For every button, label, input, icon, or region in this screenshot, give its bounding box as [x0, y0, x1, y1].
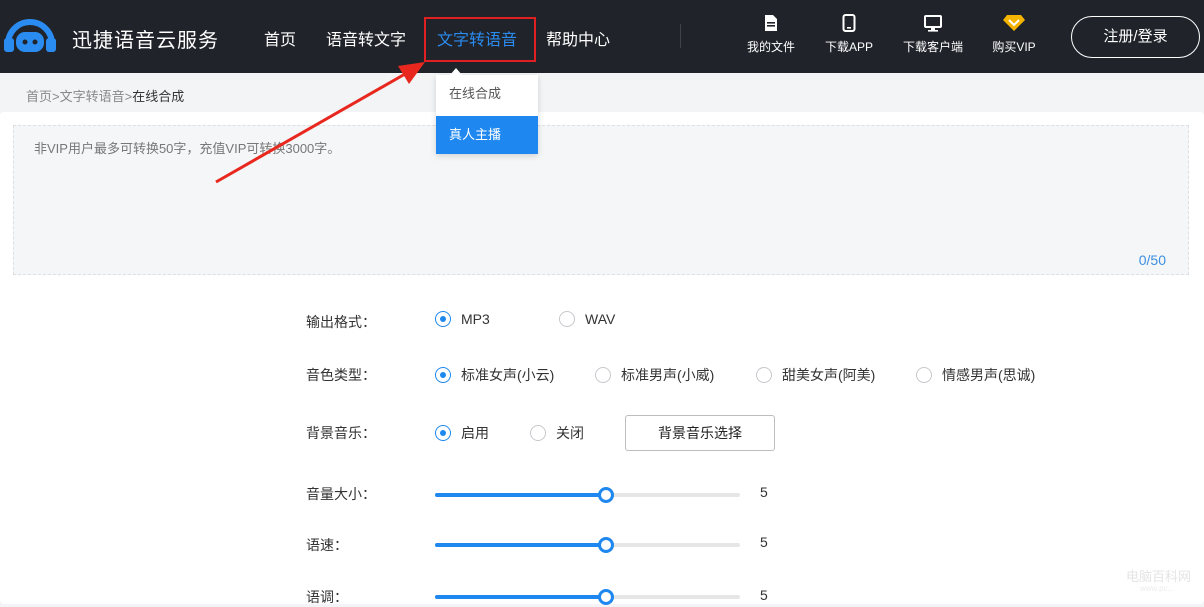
- format-label: 输出格式：: [306, 314, 376, 330]
- register-login-button[interactable]: 注册/登录: [1071, 16, 1200, 58]
- tool-label: 购买VIP: [992, 40, 1036, 54]
- radio-label: 甜美女声(阿美): [782, 367, 876, 383]
- volume-value: 5: [760, 484, 768, 500]
- top-navigation-bar: 迅捷语音云服务 首页 语音转文字 文字转语音 帮助中心 我的文件 下载APP 下…: [0, 0, 1204, 73]
- char-counter: 0/50: [1138, 252, 1166, 268]
- radio-dot: [435, 311, 451, 327]
- bgm-enable-radio[interactable]: 启用: [435, 423, 489, 443]
- speed-slider[interactable]: [435, 537, 740, 553]
- radio-label: MP3: [461, 311, 490, 327]
- radio-label: 标准男声(小威): [621, 367, 715, 383]
- tool-download-client[interactable]: 下载客户端: [898, 14, 968, 55]
- tool-label: 下载APP: [824, 40, 873, 54]
- voice-option-radio[interactable]: 标准女声(小云): [435, 365, 554, 385]
- radio-dot: [756, 367, 772, 383]
- nav-help-center[interactable]: 帮助中心: [546, 26, 610, 50]
- nav-home[interactable]: 首页: [264, 26, 296, 50]
- radio-dot: [435, 425, 451, 441]
- radio-label: 标准女声(小云): [461, 367, 555, 383]
- input-placeholder: 非VIP用户最多可转换50字，充值VIP可转换3000字。: [34, 141, 341, 156]
- speed-value: 5: [760, 534, 768, 550]
- tool-buy-vip[interactable]: 购买VIP: [979, 14, 1049, 55]
- slider-thumb[interactable]: [597, 589, 614, 605]
- bgm-select-button[interactable]: 背景音乐选择: [625, 415, 775, 451]
- voice-option-radio[interactable]: 标准男声(小威): [595, 365, 714, 385]
- file-icon: [765, 15, 777, 31]
- volume-label: 音量大小：: [306, 486, 376, 502]
- breadcrumb-home[interactable]: 首页: [26, 89, 52, 104]
- dropdown-caret: [450, 68, 462, 75]
- breadcrumb-separator: >: [52, 89, 60, 104]
- pitch-slider[interactable]: [435, 589, 740, 605]
- breadcrumb-text-to-speech[interactable]: 文字转语音: [60, 89, 125, 104]
- pitch-label: 语调：: [306, 589, 348, 605]
- nav-divider: [680, 24, 681, 48]
- dropdown-item-online-synthesis[interactable]: 在线合成: [436, 75, 538, 113]
- vip-diamond-icon: [1003, 15, 1025, 31]
- text-input-area[interactable]: 非VIP用户最多可转换50字，充值VIP可转换3000字。 0/50: [13, 125, 1189, 275]
- pitch-value: 5: [760, 587, 768, 603]
- radio-label: WAV: [585, 311, 616, 327]
- radio-dot: [595, 367, 611, 383]
- radio-label: 启用: [461, 425, 489, 441]
- breadcrumb-current: 在线合成: [132, 89, 185, 104]
- radio-label: 情感男声(思诚): [942, 367, 1036, 383]
- bgm-disable-radio[interactable]: 关闭: [530, 423, 584, 443]
- voice-label: 音色类型：: [306, 367, 376, 383]
- text-to-speech-dropdown: 在线合成 真人主播: [436, 68, 538, 154]
- radio-dot: [916, 367, 932, 383]
- dropdown-item-live-anchor[interactable]: 真人主播: [436, 116, 538, 154]
- format-wav-radio[interactable]: WAV: [559, 311, 615, 327]
- voice-option-radio[interactable]: 甜美女声(阿美): [756, 365, 875, 385]
- radio-dot: [435, 367, 451, 383]
- breadcrumb: 首页>文字转语音>在线合成: [26, 86, 184, 105]
- watermark-sub: www.pc...: [1140, 584, 1175, 593]
- monitor-icon: [924, 15, 942, 32]
- speed-label: 语速：: [306, 537, 348, 553]
- slider-fill: [435, 543, 606, 547]
- headset-logo-icon: [4, 19, 56, 52]
- highlight-box: [424, 17, 536, 62]
- bgm-label: 背景音乐：: [306, 425, 376, 441]
- slider-fill: [435, 493, 606, 497]
- format-mp3-radio[interactable]: MP3: [435, 311, 490, 327]
- watermark: 电脑百科网: [1126, 569, 1192, 584]
- radio-label: 关闭: [556, 425, 584, 441]
- nav-speech-to-text[interactable]: 语音转文字: [326, 26, 406, 50]
- slider-thumb[interactable]: [597, 537, 614, 553]
- phone-icon: [842, 14, 856, 32]
- volume-slider[interactable]: [435, 487, 740, 503]
- slider-fill: [435, 595, 606, 599]
- voice-option-radio[interactable]: 情感男声(思诚): [916, 365, 1035, 385]
- tool-my-files[interactable]: 我的文件: [736, 14, 806, 55]
- radio-dot: [559, 311, 575, 327]
- tool-download-app[interactable]: 下载APP: [814, 14, 884, 55]
- radio-dot: [530, 425, 546, 441]
- tool-label: 我的文件: [746, 40, 795, 54]
- slider-thumb[interactable]: [597, 487, 614, 503]
- brand-name[interactable]: 迅捷语音云服务: [72, 24, 219, 53]
- tool-label: 下载客户端: [902, 40, 963, 54]
